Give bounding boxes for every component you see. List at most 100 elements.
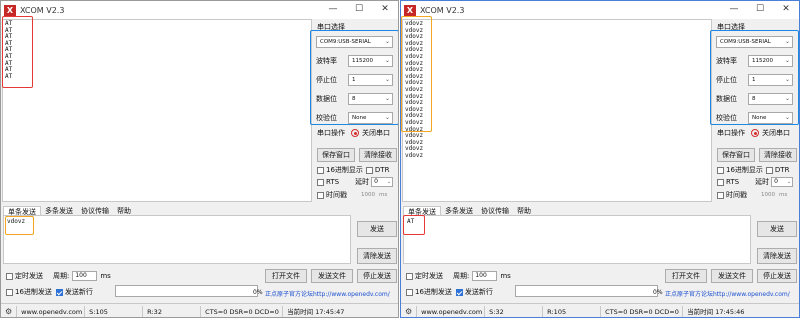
recv-count[interactable]: R:105 <box>543 305 602 317</box>
receive-line: vdovz <box>405 33 424 41</box>
website-label[interactable]: www.openedv.com <box>17 305 86 317</box>
parity-select[interactable]: None ⌄ <box>348 111 393 124</box>
maximize-button[interactable]: ☐ <box>346 1 372 19</box>
clear-receive-button[interactable]: 清除接收 <box>759 148 797 162</box>
title-bar[interactable]: X XCOM V2.3 — ☐ ✕ <box>1 1 398 19</box>
send-file-button[interactable]: 发送文件 <box>311 269 353 283</box>
timed-send-checkbox[interactable] <box>6 272 13 280</box>
title-bar[interactable]: X XCOM V2.3 — ☐ ✕ <box>401 1 799 19</box>
send-file-button[interactable]: 发送文件 <box>711 269 753 283</box>
stop-send-button[interactable]: 停止发送 <box>357 269 397 283</box>
close-port-button[interactable]: 关闭串口 <box>362 128 390 138</box>
close-button[interactable]: ✕ <box>773 1 799 19</box>
databit-select[interactable]: 8 ⌄ <box>348 92 393 105</box>
dtr-checkbox[interactable] <box>365 166 373 174</box>
website-label[interactable]: www.openedv.com <box>417 305 486 317</box>
line-status: CTS=0 DSR=0 DCD=0 <box>201 305 284 317</box>
current-time: 当前时间 17:45:47 <box>287 307 345 316</box>
forum-link[interactable]: 正点原子官方论坛http://www.openedv.com/ <box>265 289 390 298</box>
send-newline-checkbox[interactable] <box>55 288 63 296</box>
file-path-input[interactable] <box>115 285 258 297</box>
stop-send-button[interactable]: 停止发送 <box>757 269 797 283</box>
baud-select[interactable]: 115200 ⌄ <box>348 54 393 67</box>
period-input[interactable]: 100 <box>472 271 498 281</box>
receive-line: AT <box>5 39 13 47</box>
receive-area[interactable]: vdovz vdovz vdovz vdovz vdovz vdovz vdov… <box>402 19 712 202</box>
serial-settings: COM9:USB-SERIAL ⌄ 波特率 115200 ⌄ 停止位 1 ⌄ 数据位 8 ⌄ … <box>314 32 397 127</box>
send-newline-checkbox[interactable] <box>455 288 463 296</box>
baud-select[interactable]: 115200 ⌄ <box>748 54 793 67</box>
current-time: 当前时间 17:45:46 <box>687 307 745 316</box>
timestamp-checkbox[interactable] <box>717 191 724 199</box>
rts-checkbox[interactable] <box>717 178 724 186</box>
file-path-input[interactable] <box>515 285 658 297</box>
delay-select[interactable]: 0 ⌄ <box>371 177 394 187</box>
timed-send-row: 定时发送 周期: 100 ms <box>406 271 511 281</box>
port-select[interactable]: COM9:USB-SERIAL ⌄ <box>316 35 393 48</box>
receive-line: AT <box>5 46 13 54</box>
hex-display-option[interactable]: 16进制显示 DTR <box>717 165 789 175</box>
port-operation: 串口操作 关闭串口 <box>317 128 398 138</box>
minimize-button[interactable]: — <box>320 1 346 19</box>
close-port-button[interactable]: 关闭串口 <box>762 128 790 138</box>
timed-send-row: 定时发送 周期: 100 ms <box>6 271 111 281</box>
save-window-button[interactable]: 保存窗口 <box>717 148 755 162</box>
receive-area[interactable]: AT AT AT AT AT AT AT AT AT <box>2 19 312 202</box>
recv-count[interactable]: R:32 <box>143 305 202 317</box>
open-file-button[interactable]: 打开文件 <box>665 269 707 283</box>
xcom-window-left: X XCOM V2.3 — ☐ ✕ AT AT AT AT AT AT AT A… <box>0 0 399 318</box>
parity-select[interactable]: None ⌄ <box>748 111 793 124</box>
send-input[interactable]: vdovz <box>3 215 351 264</box>
serial-select-label: 串口选择 <box>317 23 345 31</box>
clear-send-button[interactable]: 清除发送 <box>357 248 397 264</box>
open-file-button[interactable]: 打开文件 <box>265 269 307 283</box>
gear-icon[interactable]: ⚙ <box>401 305 418 317</box>
receive-line: AT <box>5 26 13 34</box>
period-input[interactable]: 100 <box>72 271 98 281</box>
clear-send-button[interactable]: 清除发送 <box>757 248 797 264</box>
clear-receive-button[interactable]: 清除接收 <box>359 148 397 162</box>
minimize-button[interactable]: — <box>721 1 747 19</box>
parity-label: 校验位 <box>716 113 737 122</box>
receive-line: vdovz <box>405 79 424 87</box>
timestamp-option[interactable]: 时间戳 1000 ms <box>317 190 387 200</box>
hex-send-row: 16进制发送 发送新行 <box>406 287 493 297</box>
gear-icon[interactable]: ⚙ <box>1 305 18 317</box>
stopbit-select[interactable]: 1 ⌄ <box>748 73 793 86</box>
port-op-label: 串口操作 <box>717 129 745 137</box>
send-input[interactable]: AT <box>403 215 751 264</box>
delay-select[interactable]: 0 ⌄ <box>771 177 794 187</box>
save-window-button[interactable]: 保存窗口 <box>317 148 355 162</box>
hex-display-checkbox[interactable] <box>317 166 324 174</box>
rts-option[interactable]: RTS 延时 0 ⌄ <box>317 177 394 187</box>
databit-select[interactable]: 8 ⌄ <box>748 92 793 105</box>
close-button[interactable]: ✕ <box>372 1 398 19</box>
receive-line: vdovz <box>405 92 424 100</box>
window-title: XCOM V2.3 <box>420 5 465 15</box>
receive-line: vdovz <box>405 46 424 54</box>
receive-line: vdovz <box>405 145 424 153</box>
send-button[interactable]: 发送 <box>757 221 797 237</box>
hex-send-checkbox[interactable] <box>406 288 413 296</box>
port-select[interactable]: COM9:USB-SERIAL ⌄ <box>716 35 793 48</box>
timestamp-option[interactable]: 时间戳 1000 ms <box>717 190 787 200</box>
hex-send-checkbox[interactable] <box>6 288 13 296</box>
chevron-down-icon: ⌄ <box>784 75 790 83</box>
timestamp-checkbox[interactable] <box>317 191 324 199</box>
hex-display-option[interactable]: 16进制显示 DTR <box>317 165 389 175</box>
timed-send-checkbox[interactable] <box>406 272 413 280</box>
receive-line: vdovz <box>405 99 424 107</box>
forum-link[interactable]: 正点原子官方论坛http://www.openedv.com/ <box>665 289 790 298</box>
port-op-label: 串口操作 <box>317 129 345 137</box>
send-button[interactable]: 发送 <box>357 221 397 237</box>
stopbit-label: 停止位 <box>716 75 737 84</box>
dtr-checkbox[interactable] <box>765 166 773 174</box>
hex-display-checkbox[interactable] <box>717 166 724 174</box>
stopbit-select[interactable]: 1 ⌄ <box>348 73 393 86</box>
rts-checkbox[interactable] <box>317 178 324 186</box>
xcom-window-right: X XCOM V2.3 — ☐ ✕ vdovz vdovz vdovz vdov… <box>400 0 800 318</box>
serial-select-label: 串口选择 <box>717 23 745 31</box>
rts-option[interactable]: RTS 延时 0 ⌄ <box>717 177 794 187</box>
maximize-button[interactable]: ☐ <box>747 1 773 19</box>
port-operation: 串口操作 关闭串口 <box>717 128 799 138</box>
